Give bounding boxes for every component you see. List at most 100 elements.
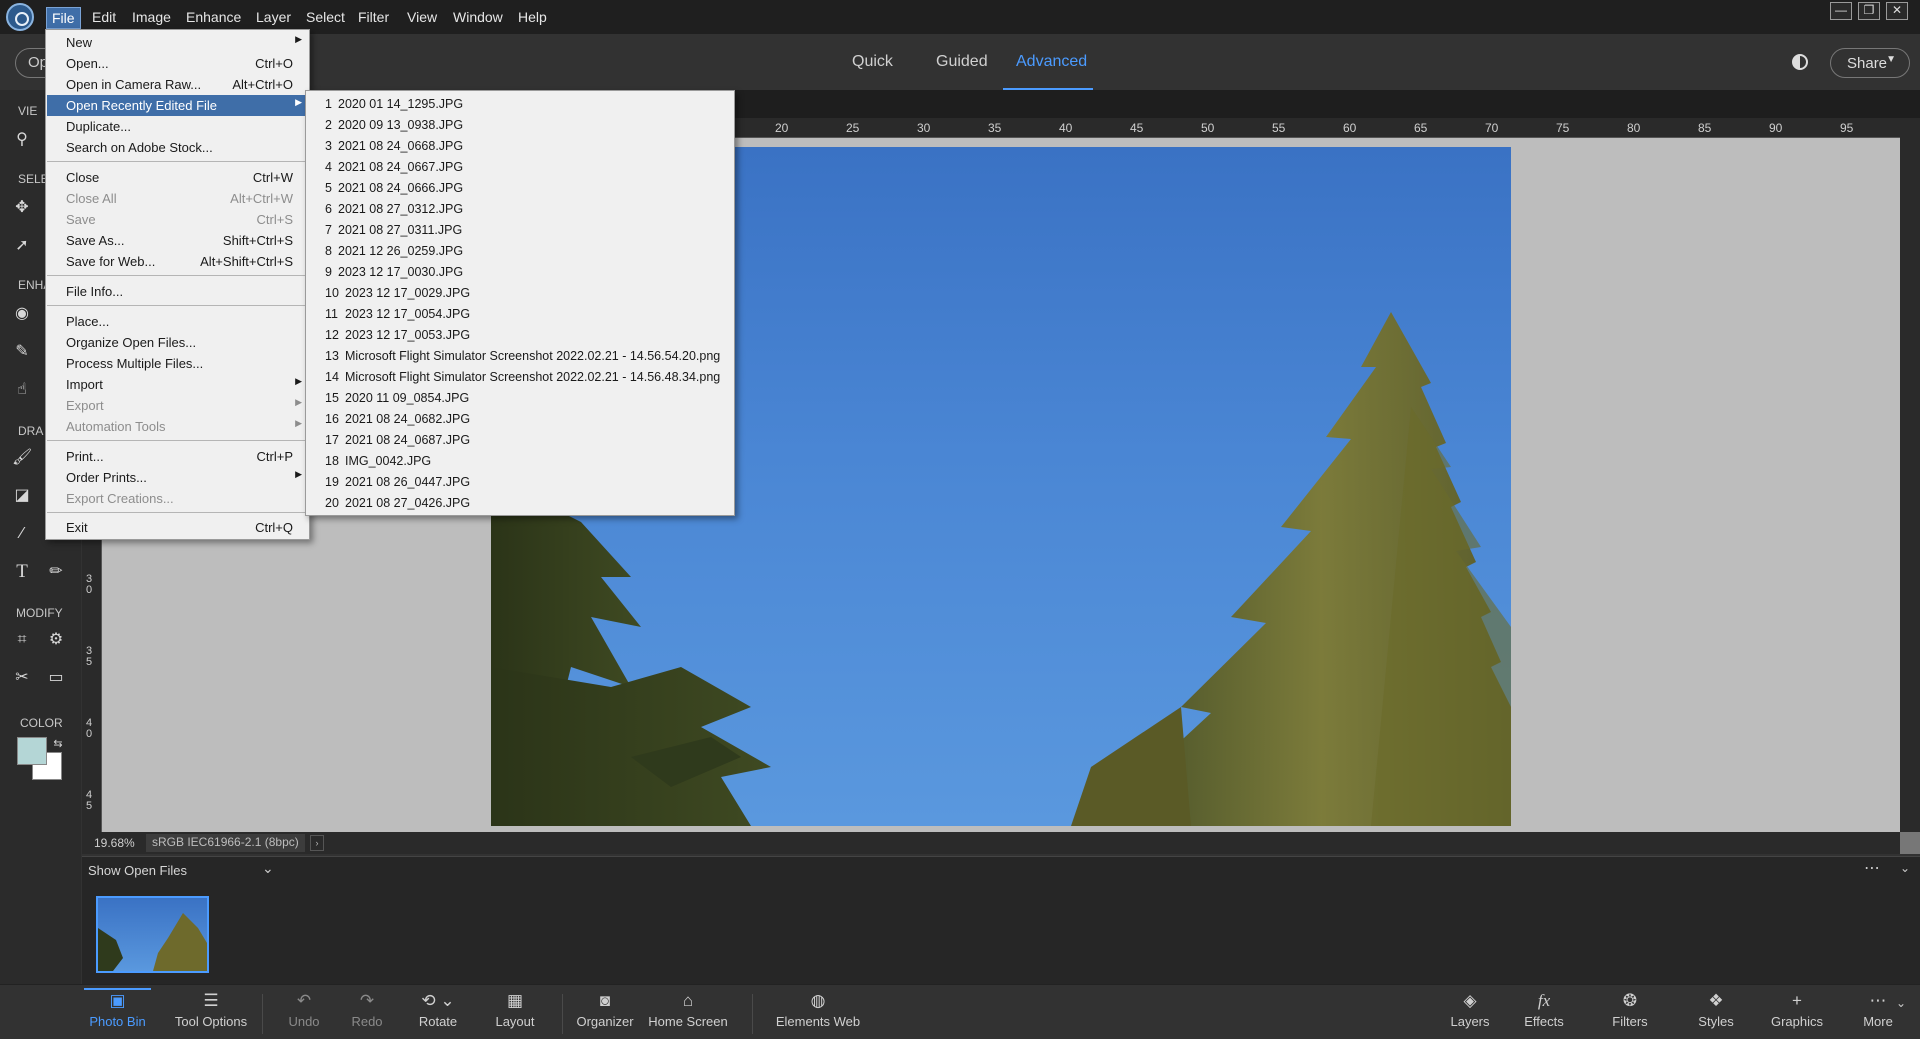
recent-file-item[interactable]: 10 2023 12 17_0029.JPG xyxy=(307,283,734,304)
file-menu-save[interactable]: Save Ctrl+S xyxy=(47,209,308,230)
layers-button[interactable]: ◈ Layers xyxy=(1446,984,1494,1039)
redo-button[interactable]: ↷ Redo xyxy=(345,984,389,1039)
file-menu-open-camera-raw[interactable]: Open in Camera Raw... Alt+Ctrl+O xyxy=(47,74,308,95)
file-menu-open-recent[interactable]: Open Recently Edited File ▶ xyxy=(47,95,308,116)
recent-file-item[interactable]: 7 2021 08 27_0311.JPG xyxy=(307,220,734,241)
file-menu-save-as[interactable]: Save As... Shift+Ctrl+S xyxy=(47,230,308,251)
foreground-color-swatch[interactable] xyxy=(17,737,47,765)
chevron-down-icon[interactable]: ⌄ xyxy=(262,860,274,877)
recent-file-item[interactable]: 9 2023 12 17_0030.JPG xyxy=(307,262,734,283)
chevron-down-icon[interactable]: ⌄ xyxy=(1896,996,1906,1010)
more-options-icon[interactable]: ⋯ xyxy=(1864,858,1880,878)
red-eye-tool-icon[interactable]: ◉ xyxy=(12,304,32,324)
crop-tool-icon[interactable]: ⌗ xyxy=(12,630,32,650)
file-menu-import[interactable]: Import ▶ xyxy=(47,374,308,395)
file-menu-process-multiple[interactable]: Process Multiple Files... xyxy=(47,353,308,374)
photo-thumbnail[interactable] xyxy=(96,896,209,973)
undo-button[interactable]: ↶ Undo xyxy=(282,984,326,1039)
recent-file-item[interactable]: 2 2020 09 13_0938.JPG xyxy=(307,115,734,136)
recent-file-item[interactable]: 4 2021 08 24_0667.JPG xyxy=(307,157,734,178)
menu-view[interactable]: View xyxy=(407,9,437,25)
straighten-tool-icon[interactable]: ▭ xyxy=(46,668,66,688)
menu-filter[interactable]: Filter xyxy=(358,9,389,25)
file-menu-automation-tools[interactable]: Automation Tools ▶ xyxy=(47,416,308,437)
recent-file-item[interactable]: 16 2021 08 24_0682.JPG xyxy=(307,409,734,430)
file-menu-order-prints[interactable]: Order Prints... ▶ xyxy=(47,467,308,488)
tab-advanced[interactable]: Advanced xyxy=(1016,53,1087,71)
eyedropper-icon[interactable]: ⁄ xyxy=(12,524,32,544)
photo-bin-button[interactable]: ▣ Photo Bin xyxy=(84,984,151,1039)
recent-file-item[interactable]: 11 2023 12 17_0054.JPG xyxy=(307,304,734,325)
menu-select[interactable]: Select xyxy=(306,9,345,25)
menu-window[interactable]: Window xyxy=(453,9,503,25)
effects-button[interactable]: fx Effects xyxy=(1520,984,1568,1039)
collapse-icon[interactable]: ⌄ xyxy=(1900,861,1910,875)
graphics-button[interactable]: + Graphics xyxy=(1768,984,1826,1039)
recompose-tool-icon[interactable]: ⚙ xyxy=(46,630,66,650)
minimize-button[interactable]: — xyxy=(1830,2,1852,20)
app-logo-icon[interactable] xyxy=(6,3,34,31)
share-button[interactable]: Share ▼ xyxy=(1830,48,1910,78)
menu-layer[interactable]: Layer xyxy=(256,9,291,25)
organizer-button[interactable]: ◙ Organizer xyxy=(573,984,637,1039)
file-menu-export-creations[interactable]: Export Creations... xyxy=(47,488,308,509)
recent-file-item[interactable]: 15 2020 11 09_0854.JPG xyxy=(307,388,734,409)
move-tool-icon[interactable]: ✥ xyxy=(12,198,32,218)
menu-file[interactable]: File xyxy=(46,7,81,29)
vertical-scrollbar[interactable] xyxy=(1900,118,1920,832)
close-window-button[interactable]: ✕ xyxy=(1886,2,1908,20)
file-menu-place[interactable]: Place... xyxy=(47,311,308,332)
recent-file-item[interactable]: 19 2021 08 26_0447.JPG xyxy=(307,472,734,493)
horizontal-scrollbar[interactable] xyxy=(1900,832,1920,854)
recent-file-item[interactable]: 18 IMG_0042.JPG xyxy=(307,451,734,472)
filters-button[interactable]: ❂ Filters xyxy=(1606,984,1654,1039)
file-menu-close-all[interactable]: Close All Alt+Ctrl+W xyxy=(47,188,308,209)
rotate-button[interactable]: ⟲ ⌄ Rotate xyxy=(411,984,465,1039)
recent-file-item[interactable]: 14 Microsoft Flight Simulator Screenshot … xyxy=(307,367,734,388)
menu-image[interactable]: Image xyxy=(132,9,171,25)
recent-file-item[interactable]: 1 2020 01 14_1295.JPG xyxy=(307,94,734,115)
recent-file-item[interactable]: 12 2023 12 17_0053.JPG xyxy=(307,325,734,346)
lasso-tool-icon[interactable]: ➚ xyxy=(12,236,32,256)
styles-button[interactable]: ❖ Styles xyxy=(1692,984,1740,1039)
file-menu-new[interactable]: New ▶ xyxy=(47,32,308,53)
menu-enhance[interactable]: Enhance xyxy=(186,9,241,25)
file-menu-exit[interactable]: Exit Ctrl+Q xyxy=(47,517,308,538)
tool-options-button[interactable]: ☰ Tool Options xyxy=(172,984,250,1039)
chevron-right-icon[interactable]: › xyxy=(310,835,324,851)
recent-file-item[interactable]: 8 2021 12 26_0259.JPG xyxy=(307,241,734,262)
file-menu-print[interactable]: Print... Ctrl+P xyxy=(47,446,308,467)
brush-tool-icon[interactable]: 🖌 xyxy=(12,448,32,468)
home-screen-button[interactable]: ⌂ Home Screen xyxy=(648,984,728,1039)
paint-bucket-icon[interactable]: ◪ xyxy=(12,486,32,506)
file-menu-save-for-web[interactable]: Save for Web... Alt+Shift+Ctrl+S xyxy=(47,251,308,272)
recent-file-item[interactable]: 6 2021 08 27_0312.JPG xyxy=(307,199,734,220)
recent-file-item[interactable]: 17 2021 08 24_0687.JPG xyxy=(307,430,734,451)
file-menu-adobe-stock[interactable]: Search on Adobe Stock... xyxy=(47,137,308,158)
content-aware-move-icon[interactable]: ✂ xyxy=(12,668,32,688)
smudge-tool-icon[interactable]: ☝ xyxy=(12,380,32,400)
file-menu-file-info[interactable]: File Info... xyxy=(47,281,308,302)
menu-edit[interactable]: Edit xyxy=(92,9,116,25)
restore-button[interactable]: ❐ xyxy=(1858,2,1880,20)
file-menu-duplicate[interactable]: Duplicate... xyxy=(47,116,308,137)
theme-toggle-icon[interactable] xyxy=(1792,54,1808,70)
swap-colors-icon[interactable]: ⇆ xyxy=(48,734,68,754)
menu-help[interactable]: Help xyxy=(518,9,547,25)
tab-quick[interactable]: Quick xyxy=(852,53,893,71)
tab-guided[interactable]: Guided xyxy=(936,53,988,71)
file-menu-export[interactable]: Export ▶ xyxy=(47,395,308,416)
healing-brush-icon[interactable]: ✎ xyxy=(12,342,32,362)
type-tool-icon[interactable]: T xyxy=(12,562,32,582)
file-menu-open[interactable]: Open... Ctrl+O xyxy=(47,53,308,74)
zoom-icon[interactable]: ⚲ xyxy=(12,130,32,150)
recent-file-item[interactable]: 20 2021 08 27_0426.JPG xyxy=(307,493,734,514)
pencil-tool-icon[interactable]: ✏ xyxy=(46,562,66,582)
recent-file-item[interactable]: 13 Microsoft Flight Simulator Screenshot … xyxy=(307,346,734,367)
file-menu-organize-open-files[interactable]: Organize Open Files... xyxy=(47,332,308,353)
layout-button[interactable]: ▦ Layout xyxy=(490,984,540,1039)
elements-web-button[interactable]: ◍ Elements Web xyxy=(772,984,864,1039)
file-menu-close[interactable]: Close Ctrl+W xyxy=(47,167,308,188)
recent-file-item[interactable]: 3 2021 08 24_0668.JPG xyxy=(307,136,734,157)
recent-file-item[interactable]: 5 2021 08 24_0666.JPG xyxy=(307,178,734,199)
